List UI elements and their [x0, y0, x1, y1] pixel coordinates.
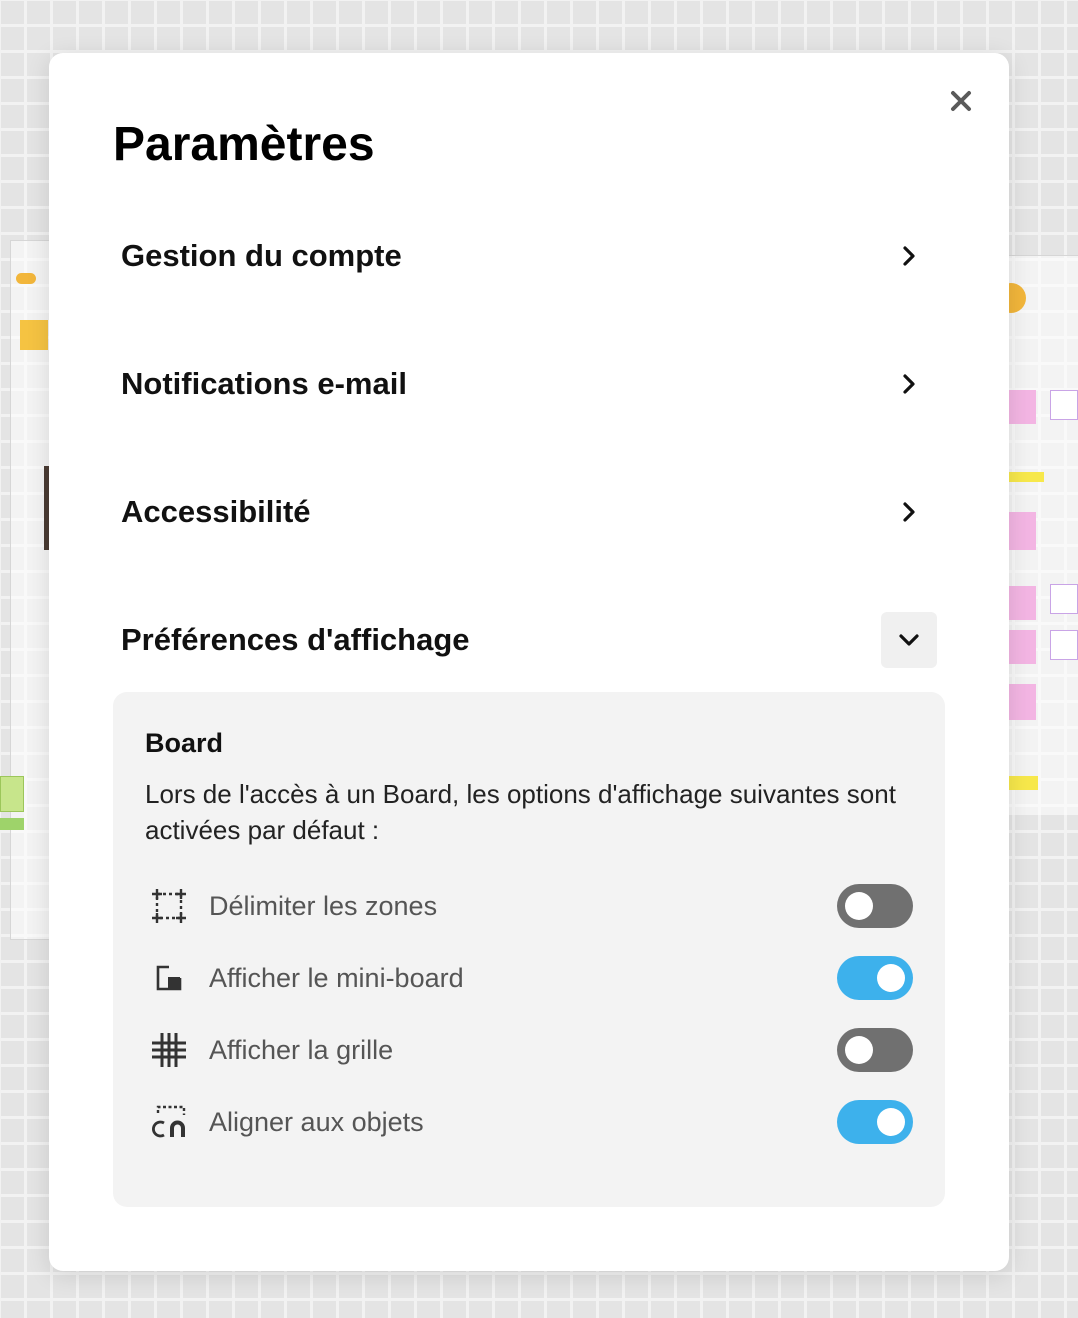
mini-board-toggle[interactable] — [837, 956, 913, 1000]
chevron-right-icon — [881, 228, 937, 284]
display-preferences-panel: Board Lors de l'accès à un Board, les op… — [113, 692, 945, 1207]
menu-item-display-preferences[interactable]: Préférences d'affichage — [121, 608, 937, 672]
menu-item-email-notifications[interactable]: Notifications e-mail — [121, 352, 937, 416]
menu-item-account[interactable]: Gestion du compte — [121, 224, 937, 288]
background-card — [1050, 390, 1078, 420]
chevron-right-icon — [881, 484, 937, 540]
toggle-knob — [845, 1036, 873, 1064]
toggle-knob — [877, 964, 905, 992]
option-label: Aligner aux objets — [209, 1106, 424, 1137]
background-sticky — [0, 818, 24, 830]
background-sticky — [1008, 586, 1036, 620]
snap-magnet-icon — [145, 1098, 193, 1146]
menu-item-accessibility[interactable]: Accessibilité — [121, 480, 937, 544]
option-label: Afficher le mini-board — [209, 962, 464, 993]
background-card — [1050, 630, 1078, 660]
background-highlight — [20, 320, 48, 350]
background-sticky — [1008, 684, 1036, 720]
zone-frame-icon — [145, 882, 193, 930]
background-highlight — [1008, 472, 1044, 482]
background-tag — [16, 273, 36, 284]
settings-modal: Paramètres Gestion du compte Notificatio… — [49, 53, 1009, 1271]
menu-item-label: Gestion du compte — [121, 238, 402, 273]
background-sticky — [1008, 630, 1036, 664]
chevron-right-icon — [881, 356, 937, 412]
option-label: Afficher la grille — [209, 1034, 394, 1065]
panel-description: Lors de l'accès à un Board, les options … — [145, 779, 896, 845]
option-delimit-zones: Délimiter les zones — [145, 882, 913, 930]
option-mini-board: Afficher le mini-board — [145, 954, 913, 1002]
grid-toggle[interactable] — [837, 1028, 913, 1072]
option-label: Délimiter les zones — [209, 890, 438, 921]
close-button[interactable] — [945, 85, 977, 117]
background-highlight — [1008, 776, 1038, 790]
chevron-down-icon[interactable] — [881, 612, 937, 668]
toggle-knob — [845, 892, 873, 920]
background-sticky — [0, 776, 24, 812]
panel-title: Board — [145, 728, 224, 758]
option-grid: Afficher la grille — [145, 1026, 913, 1074]
snap-to-objects-toggle[interactable] — [837, 1100, 913, 1144]
close-icon — [951, 91, 971, 111]
delimit-zones-toggle[interactable] — [837, 884, 913, 928]
menu-item-label: Préférences d'affichage — [121, 622, 470, 657]
modal-title: Paramètres — [113, 118, 375, 171]
grid-icon — [145, 1026, 193, 1074]
background-sticky — [1008, 512, 1036, 550]
mini-board-icon — [145, 954, 193, 1002]
option-snap-to-objects: Aligner aux objets — [145, 1098, 913, 1146]
toggle-knob — [877, 1108, 905, 1136]
background-sticky — [1008, 390, 1036, 424]
menu-item-label: Accessibilité — [121, 494, 311, 529]
menu-item-label: Notifications e-mail — [121, 366, 407, 401]
background-card — [1050, 584, 1078, 614]
